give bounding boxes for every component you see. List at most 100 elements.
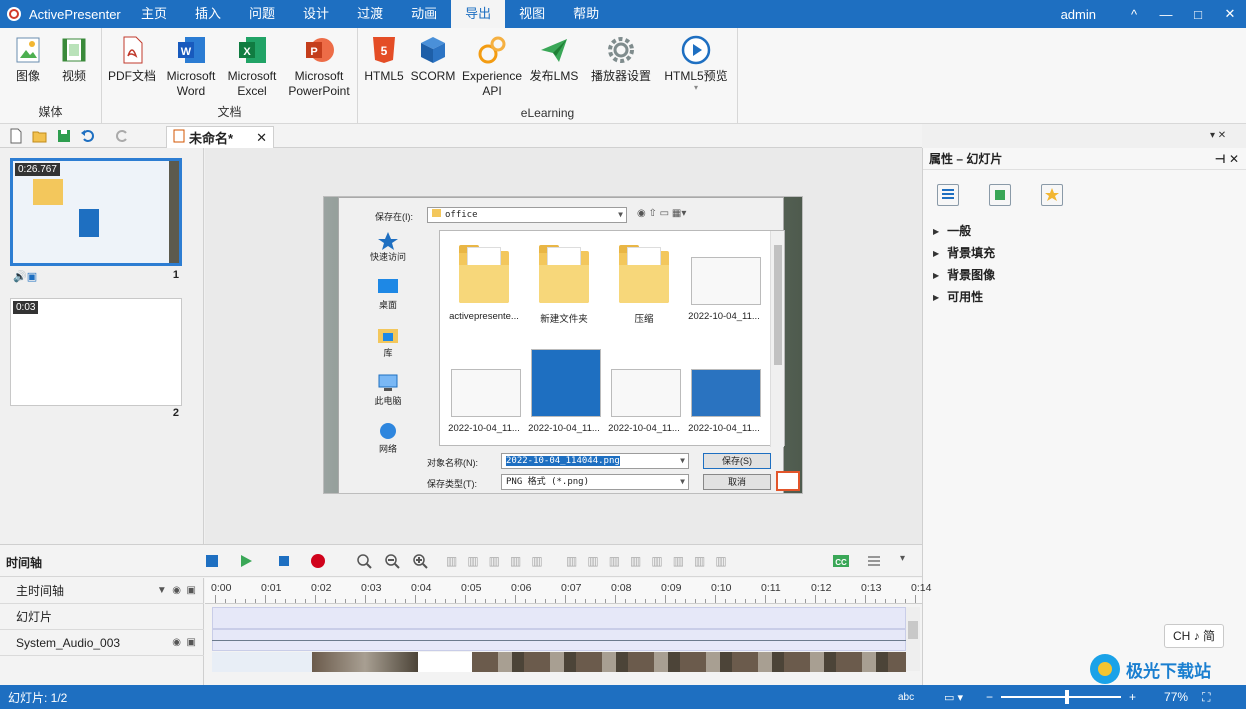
size-properties-icon[interactable] — [989, 184, 1011, 206]
place-network[interactable]: 网络 — [345, 422, 431, 455]
time-ruler[interactable]: 0:00 0:01 0:02 0:03 0:04 0:05 0:06 0:07 0:08 0:09… — [205, 578, 931, 604]
list-properties-icon[interactable] — [937, 184, 959, 206]
zoom-out-button[interactable]: − — [986, 690, 993, 704]
redo-icon[interactable] — [114, 128, 130, 144]
track-audio[interactable]: System_Audio_003 ◉ ▣ — [0, 630, 204, 656]
zoom-slider[interactable] — [1001, 690, 1122, 704]
timeline-scrollbar[interactable] — [906, 607, 920, 671]
export-excel-button[interactable]: X Microsoft Excel — [224, 34, 280, 99]
file-name-input[interactable]: 2022-10-04_114044.png ▼ — [501, 453, 689, 469]
export-scorm-button[interactable]: SCORM — [408, 34, 458, 84]
folder-icon — [529, 237, 599, 307]
html5-preview-dropdown-icon[interactable]: ▾ — [660, 84, 732, 92]
export-image-button[interactable]: 图像 — [8, 34, 48, 84]
slide-thumbnail-2[interactable]: 0:03 — [10, 298, 182, 406]
menu-view[interactable]: 视图 — [505, 0, 559, 28]
menu-home[interactable]: 主页 — [127, 0, 181, 28]
menu-export[interactable]: 导出 — [451, 0, 506, 28]
dialog-cancel-button[interactable]: 取消 — [703, 474, 771, 490]
file-item-3[interactable]: 压缩 — [604, 237, 684, 325]
file-list[interactable]: activepresente... 新建文件夹 压缩 2022-10-04_11… — [439, 230, 785, 447]
menu-animations[interactable]: 动画 — [397, 0, 451, 28]
zoom-out-icon[interactable] — [384, 553, 400, 569]
section-accessibility[interactable]: 可用性 — [933, 288, 983, 305]
zoom-fit-icon[interactable] — [356, 553, 372, 569]
ime-indicator[interactable]: CH ♪ 简 — [1164, 624, 1224, 648]
section-background-fill[interactable]: 背景填充 — [933, 244, 995, 261]
collapse-ribbon-button[interactable]: ^ — [1118, 7, 1150, 22]
export-html5-button[interactable]: 5 HTML5 — [360, 34, 408, 84]
new-file-icon[interactable] — [8, 128, 24, 144]
panel-options-icons[interactable]: ▾ ✕ — [1210, 130, 1226, 141]
timeline-edit-tools[interactable]: ▥▥▥▥▥ ▥▥▥▥▥▥▥▥ — [446, 554, 737, 568]
slide-canvas[interactable]: 保存在(I): office ▼ ◉ ⇧ ▭ ▦▾ 快速访问 桌面 库 此电脑 … — [205, 148, 922, 544]
file-item-5[interactable]: 2022-10-04_11... — [444, 349, 524, 434]
open-folder-icon[interactable] — [32, 128, 48, 144]
record-stop-icon[interactable] — [204, 553, 220, 569]
undo-icon[interactable] — [80, 128, 96, 144]
place-quick-access[interactable]: 快速访问 — [345, 230, 431, 263]
eye-lock-icons[interactable]: ◉ ▣ — [172, 630, 196, 656]
play-icon[interactable] — [238, 553, 254, 569]
zoom-in-button[interactable]: + — [1129, 690, 1136, 704]
eye-lock-icons[interactable]: ▼ ◉ ▣ — [157, 578, 196, 604]
section-general[interactable]: 一般 — [933, 222, 971, 239]
dialog-save-button[interactable]: 保存(S) — [703, 453, 771, 469]
save-dialog-screenshot[interactable]: 保存在(I): office ▼ ◉ ⇧ ▭ ▦▾ 快速访问 桌面 库 此电脑 … — [338, 197, 785, 493]
file-item-1[interactable]: activepresente... — [444, 237, 524, 322]
file-item-4[interactable]: 2022-10-04_11... — [684, 237, 764, 322]
file-item-8[interactable]: 2022-10-04_11... — [684, 349, 764, 434]
place-this-pc[interactable]: 此电脑 — [345, 374, 431, 407]
file-item-6[interactable]: 2022-10-04_11... — [524, 349, 604, 434]
menu-transitions[interactable]: 过渡 — [343, 0, 397, 28]
track-main-timeline[interactable]: 主时间轴 ▼ ◉ ▣ — [0, 578, 204, 604]
timeline-options-icon[interactable] — [866, 553, 882, 569]
html5-preview-button[interactable]: HTML5预览 ▾ — [660, 34, 732, 92]
file-type-select[interactable]: PNG 格式 (*.png) ▼ — [501, 474, 689, 490]
menu-design[interactable]: 设计 — [289, 0, 343, 28]
video-filmstrip[interactable] — [212, 652, 906, 672]
close-tab-icon[interactable]: ✕ — [256, 130, 267, 146]
zoom-slider-knob[interactable] — [1065, 690, 1070, 704]
section-background-image[interactable]: 背景图像 — [933, 266, 995, 283]
place-desktop[interactable]: 桌面 — [345, 278, 431, 311]
slide-thumbnail-1[interactable]: 0:26.767 — [10, 158, 182, 266]
publish-lms-button[interactable]: 发布LMS — [524, 34, 584, 84]
minimize-button[interactable]: — — [1150, 7, 1182, 22]
place-library[interactable]: 库 — [345, 326, 431, 359]
file-item-7[interactable]: 2022-10-04_11... — [604, 349, 684, 434]
ruler-tick — [615, 595, 616, 603]
properties-tabs — [937, 184, 1063, 206]
export-powerpoint-button[interactable]: P Microsoft PowerPoint — [284, 34, 354, 99]
menu-insert[interactable]: 插入 — [181, 0, 235, 28]
closed-caption-icon[interactable]: CC — [832, 553, 849, 569]
spellcheck-icon[interactable]: abc — [898, 692, 914, 703]
zoom-in-icon[interactable] — [412, 553, 428, 569]
timeline-menu-chevron-icon[interactable]: ▾ — [900, 553, 905, 564]
stop-icon[interactable] — [276, 553, 292, 569]
export-word-button[interactable]: W Microsoft Word — [162, 34, 220, 99]
interaction-properties-icon[interactable] — [1041, 184, 1063, 206]
file-list-scrollbar[interactable] — [770, 231, 784, 447]
dialog-nav-icons[interactable]: ◉ ⇧ ▭ ▦▾ — [637, 208, 686, 219]
track-slide[interactable]: 幻灯片 — [0, 604, 204, 630]
close-button[interactable]: ✕ — [1214, 6, 1246, 22]
user-name[interactable]: admin — [1061, 7, 1096, 22]
slide-content[interactable]: 保存在(I): office ▼ ◉ ⇧ ▭ ▦▾ 快速访问 桌面 库 此电脑 … — [323, 196, 803, 494]
record-icon[interactable] — [310, 553, 326, 569]
view-mode-icon[interactable]: ▭ ▾ — [944, 691, 963, 704]
save-in-combo[interactable]: office ▼ — [427, 207, 627, 223]
save-icon[interactable] — [56, 128, 72, 144]
file-item-2[interactable]: 新建文件夹 — [524, 237, 604, 325]
export-pdf-button[interactable]: PDF文档 — [106, 34, 158, 84]
slide-lane[interactable] — [212, 607, 906, 629]
document-tab[interactable]: 未命名* ✕ — [166, 126, 274, 148]
export-video-button[interactable]: 视频 — [54, 34, 94, 84]
player-settings-button[interactable]: 播放器设置 — [586, 34, 656, 84]
menu-help[interactable]: 帮助 — [559, 0, 613, 28]
export-xapi-button[interactable]: Experience API — [460, 34, 524, 99]
maximize-button[interactable]: □ — [1182, 7, 1214, 22]
fit-window-icon[interactable]: ⛶ — [1202, 690, 1210, 705]
pin-close-icons[interactable]: ⊣ ✕ — [1215, 152, 1239, 166]
menu-questions[interactable]: 问题 — [235, 0, 289, 28]
